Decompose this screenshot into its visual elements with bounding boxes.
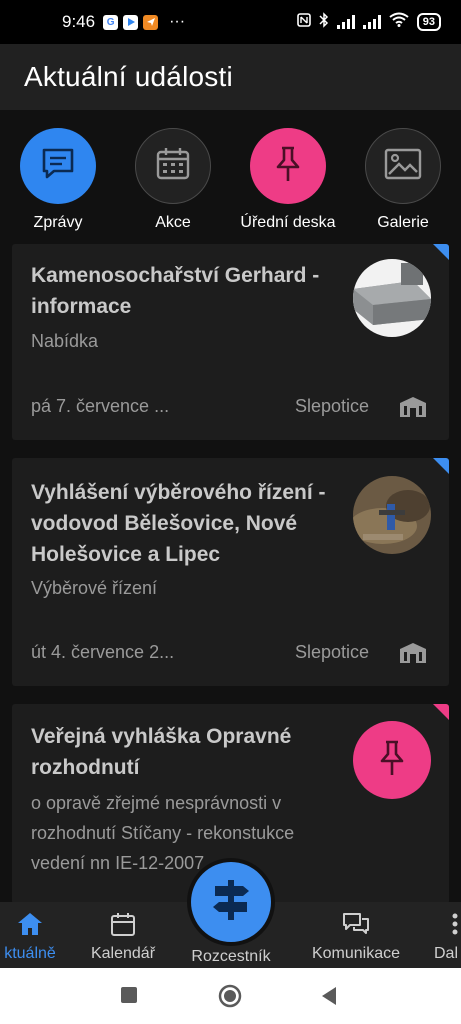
category-row: Zprávy Akce Úřední deska Galerie	[0, 110, 461, 242]
home-button[interactable]	[218, 984, 242, 1013]
unread-marker	[433, 704, 449, 720]
chat-bubbles-icon	[342, 912, 370, 941]
recent-apps-button[interactable]	[120, 986, 138, 1009]
more-icon	[432, 912, 458, 941]
chat-icon	[40, 147, 76, 186]
fab-circle	[191, 862, 271, 942]
event-card[interactable]: Kamenosochařství Gerhard - informace Nab…	[12, 244, 449, 440]
card-date: pá 7. července ...	[31, 396, 170, 416]
nav-item-kalendar[interactable]: Kalendář	[80, 902, 166, 968]
card-date: út 4. července 2...	[31, 642, 175, 662]
pushpin-icon	[273, 145, 303, 188]
card-category: Nabídka	[31, 331, 99, 351]
card-category: Výběrové řízení	[31, 578, 158, 598]
nav-label: Dal	[434, 945, 459, 962]
send-icon	[143, 14, 159, 30]
event-card[interactable]: Vyhlášení výběrového řízení - vodovod Bě…	[12, 458, 449, 686]
card-thumbnail-excavation	[353, 476, 431, 554]
town-hall-icon	[399, 396, 427, 418]
signal-icon	[336, 15, 355, 29]
play-icon	[123, 14, 139, 30]
card-description: o opravě zřejmé nesprávnosti v rozhodnut…	[31, 793, 295, 873]
rozcestnik-fab[interactable]	[187, 858, 275, 946]
category-circle	[135, 128, 211, 204]
category-zpravy[interactable]: Zprávy	[2, 128, 114, 232]
card-title: Veřejná vyhláška Opravné rozhodnutí	[31, 725, 292, 779]
nav-label: Rozcestník	[191, 948, 271, 965]
battery-indicator: 93	[416, 13, 441, 31]
more-notifications-icon: ···	[169, 13, 186, 30]
nav-item-komunikace[interactable]: Komunikace	[300, 902, 412, 968]
category-label: Zprávy	[33, 214, 83, 231]
category-label: Úřední deska	[240, 214, 336, 231]
category-akce[interactable]: Akce	[117, 128, 229, 232]
nav-label: Komunikace	[311, 945, 401, 962]
town-hall-icon	[399, 642, 427, 664]
category-label: Galerie	[377, 214, 429, 231]
card-place: Slepotice	[294, 642, 369, 662]
wifi-icon	[389, 12, 409, 32]
nav-label: Kalendář	[90, 945, 156, 962]
image-icon	[384, 148, 422, 185]
bluetooth-icon	[319, 11, 329, 33]
screen: 9:46 G ··· 93 Aktuální události Zprávy A…	[0, 0, 461, 1024]
nav-item-dalsi[interactable]: Dal	[432, 902, 461, 968]
calendar-icon	[155, 147, 191, 186]
card-place: Slepotice	[294, 396, 369, 416]
signpost-icon	[209, 878, 253, 927]
status-bar: 9:46 G ··· 93	[0, 0, 461, 44]
signal-2-icon	[362, 15, 381, 29]
card-thumbnail-stone	[353, 259, 431, 337]
category-circle	[20, 128, 96, 204]
card-title: Vyhlášení výběrového řízení - vodovod Bě…	[31, 481, 326, 566]
app-header: Aktuální události	[0, 44, 461, 110]
back-button[interactable]	[320, 986, 338, 1011]
nav-label: ktuálně	[4, 945, 56, 962]
home-icon	[17, 912, 43, 941]
category-uredni-deska[interactable]: Úřední deska	[232, 128, 344, 232]
page-title: Aktuální události	[24, 61, 233, 92]
card-thumbnail-pushpin	[353, 721, 431, 799]
category-circle	[365, 128, 441, 204]
pushpin-icon	[377, 739, 407, 782]
unread-marker	[433, 244, 449, 260]
category-galerie[interactable]: Galerie	[347, 128, 459, 232]
status-time: 9:46	[62, 12, 96, 31]
calendar-icon	[110, 912, 136, 941]
category-circle	[250, 128, 326, 204]
category-label: Akce	[155, 214, 191, 231]
nav-item-aktualne[interactable]: ktuálně	[0, 902, 66, 968]
system-navigation-bar	[0, 968, 461, 1024]
card-title: Kamenosochařství Gerhard - informace	[31, 264, 320, 318]
google-icon: G	[103, 14, 119, 30]
unread-marker	[433, 458, 449, 474]
nfc-icon	[296, 12, 311, 32]
